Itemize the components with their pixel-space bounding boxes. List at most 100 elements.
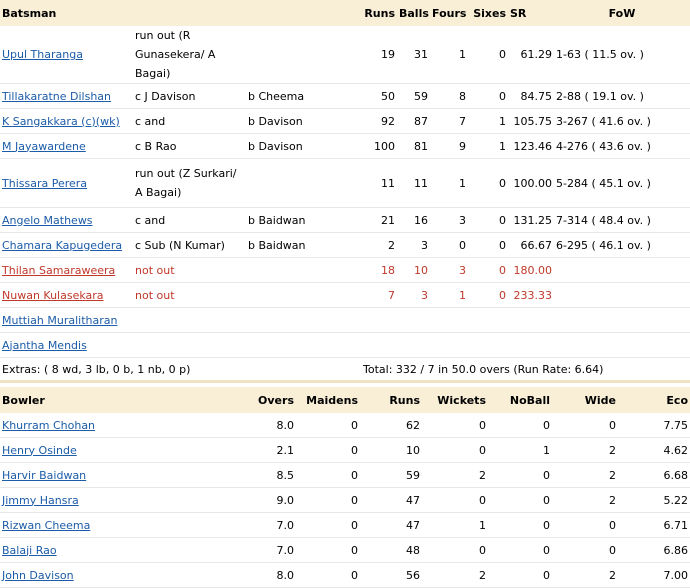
runs-cell: 50 xyxy=(361,83,397,109)
batsman-link[interactable]: Nuwan Kulasekara xyxy=(2,289,104,302)
wide-cell: 2 xyxy=(552,437,618,463)
bowling-row: Harvir Baidwan 8.5 0 59 2 0 2 6.68 xyxy=(0,462,690,488)
wide-cell: 0 xyxy=(552,537,618,563)
eco-cell: 6.71 xyxy=(618,512,690,538)
overs-header: Overs xyxy=(200,387,296,413)
batsman-link[interactable]: M Jayawardene xyxy=(2,140,86,153)
maidens-cell: 0 xyxy=(296,462,360,488)
fow-cell xyxy=(554,257,690,283)
runs-cell: 19 xyxy=(361,26,397,84)
fow-cell xyxy=(554,282,690,308)
eco-cell: 7.75 xyxy=(618,413,690,438)
overs-cell: 8.0 xyxy=(200,413,296,438)
bowl-runs-cell: 47 xyxy=(360,512,422,538)
fow-cell: 4-276 ( 43.6 ov. ) xyxy=(554,133,690,159)
batsman-link[interactable]: Angelo Mathews xyxy=(2,214,93,227)
dismissal: c J Davison xyxy=(133,83,246,109)
sr-cell: 131.25 xyxy=(508,207,554,233)
fours-cell: 9 xyxy=(430,133,468,159)
batting-row: Upul Tharanga run out (R Gunasekera/ A B… xyxy=(0,26,690,84)
extras-text: Extras: ( 8 wd, 3 lb, 0 b, 1 nb, 0 p) xyxy=(0,357,361,383)
bowler-link[interactable]: Jimmy Hansra xyxy=(2,494,79,507)
wide-cell: 0 xyxy=(552,512,618,538)
sr-cell: 105.75 xyxy=(508,108,554,134)
bowler-link[interactable]: Henry Osinde xyxy=(2,444,77,457)
noball-cell: 0 xyxy=(488,537,552,563)
sr-cell: 61.29 xyxy=(508,26,554,84)
dismissal-bowler xyxy=(246,257,361,283)
sixes-cell: 0 xyxy=(468,232,508,258)
wickets-header: Wickets xyxy=(422,387,488,413)
dismissal-bowler: b Baidwan xyxy=(246,207,361,233)
bowling-row: Rizwan Cheema 7.0 0 47 1 0 0 6.71 xyxy=(0,512,690,538)
batsman-link[interactable]: K Sangakkara (c)(wk) xyxy=(2,115,120,128)
runs-cell: 92 xyxy=(361,108,397,134)
batting-row: Nuwan Kulasekara not out 7 3 1 0 233.33 xyxy=(0,282,690,308)
batsman-link[interactable]: Tillakaratne Dilshan xyxy=(2,90,111,103)
noball-cell: 0 xyxy=(488,562,552,588)
wickets-cell: 0 xyxy=(422,537,488,563)
sixes-cell: 0 xyxy=(468,83,508,109)
fours-cell: 7 xyxy=(430,108,468,134)
dismissal-bowler: b Cheema xyxy=(246,83,361,109)
batsman-link[interactable]: Thissara Perera xyxy=(2,177,87,190)
sr-cell: 180.00 xyxy=(508,257,554,283)
runs-cell: 7 xyxy=(361,282,397,308)
batting-row: Thissara Perera run out (Z Surkari/ A Ba… xyxy=(0,158,690,208)
runs-header: Runs xyxy=(361,0,397,26)
fow-header: FoW xyxy=(554,0,690,26)
batsman-link[interactable]: Ajantha Mendis xyxy=(2,339,87,352)
fours-cell: 1 xyxy=(430,158,468,208)
fours-cell: 0 xyxy=(430,232,468,258)
sixes-cell: 0 xyxy=(468,282,508,308)
sixes-cell: 0 xyxy=(468,158,508,208)
bowl-runs-header: Runs xyxy=(360,387,422,413)
wide-cell: 2 xyxy=(552,462,618,488)
extras-row: Extras: ( 8 wd, 3 lb, 0 b, 1 nb, 0 p) To… xyxy=(0,357,690,383)
runs-cell: 18 xyxy=(361,257,397,283)
fow-cell: 7-314 ( 48.4 ov. ) xyxy=(554,207,690,233)
sixes-cell: 0 xyxy=(468,257,508,283)
batsman-link[interactable]: Muttiah Muralitharan xyxy=(2,314,117,327)
dismissal: c B Rao xyxy=(133,133,246,159)
maidens-cell: 0 xyxy=(296,537,360,563)
eco-cell: 6.68 xyxy=(618,462,690,488)
sr-header: SR xyxy=(508,0,554,26)
noball-cell: 0 xyxy=(488,462,552,488)
bowl-runs-cell: 62 xyxy=(360,413,422,438)
wide-cell: 0 xyxy=(552,413,618,438)
batting-row: Muttiah Muralitharan xyxy=(0,307,690,333)
bowler-link[interactable]: Harvir Baidwan xyxy=(2,469,86,482)
bowler-link[interactable]: John Davison xyxy=(2,569,74,582)
dismissal: not out xyxy=(133,257,246,283)
fours-cell: 3 xyxy=(430,257,468,283)
dismissal-bowler: b Baidwan xyxy=(246,232,361,258)
batting-row: Angelo Mathews c and b Baidwan 21 16 3 0… xyxy=(0,207,690,233)
bowler-link[interactable]: Khurram Chohan xyxy=(2,419,95,432)
noball-cell: 1 xyxy=(488,437,552,463)
batsman-link[interactable]: Chamara Kapugedera xyxy=(2,239,122,252)
sr-cell: 84.75 xyxy=(508,83,554,109)
overs-cell: 7.0 xyxy=(200,537,296,563)
batsman-link[interactable]: Upul Tharanga xyxy=(2,48,83,61)
wide-cell: 2 xyxy=(552,487,618,513)
bowler-link[interactable]: Rizwan Cheema xyxy=(2,519,90,532)
fow-cell: 5-284 ( 45.1 ov. ) xyxy=(554,158,690,208)
bowler-link[interactable]: Balaji Rao xyxy=(2,544,57,557)
overs-cell: 9.0 xyxy=(200,487,296,513)
sixes-cell: 1 xyxy=(468,108,508,134)
bowling-row: Jimmy Hansra 9.0 0 47 0 0 2 5.22 xyxy=(0,487,690,513)
overs-cell: 8.0 xyxy=(200,562,296,588)
balls-cell: 10 xyxy=(397,257,430,283)
bowling-row: Balaji Rao 7.0 0 48 0 0 0 6.86 xyxy=(0,537,690,563)
batsman-link[interactable]: Thilan Samaraweera xyxy=(2,264,115,277)
bowl-runs-cell: 56 xyxy=(360,562,422,588)
wide-header: Wide xyxy=(552,387,618,413)
bowling-row: Henry Osinde 2.1 0 10 0 1 2 4.62 xyxy=(0,437,690,463)
dismissal-bowler xyxy=(246,26,361,84)
balls-cell: 3 xyxy=(397,232,430,258)
wickets-cell: 0 xyxy=(422,413,488,438)
bowling-header-row: Bowler Overs Maidens Runs Wickets NoBall… xyxy=(0,387,690,413)
dismissal-bowler xyxy=(246,158,361,208)
noball-cell: 0 xyxy=(488,512,552,538)
